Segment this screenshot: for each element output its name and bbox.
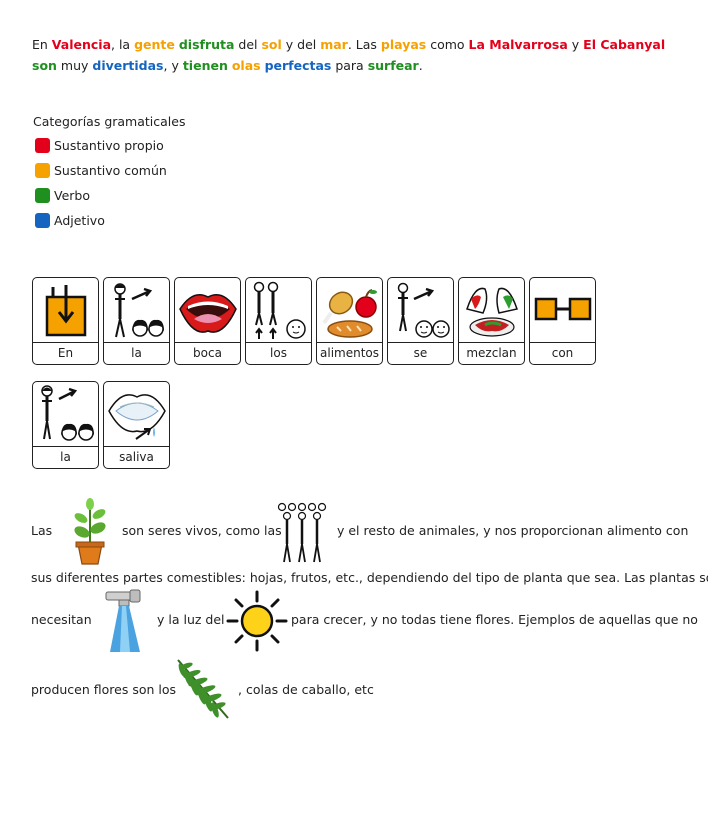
pictogram-label: se: [388, 342, 453, 364]
pictogram-label: la: [104, 342, 169, 364]
colored-sentence: En Valencia, la gente disfruta del sol y…: [32, 34, 672, 76]
sentence-text: como: [426, 37, 469, 52]
blue-swatch: [35, 213, 50, 228]
paragraph-line-1b: son seres vivos, como las: [122, 523, 282, 538]
mouth-icon: [178, 294, 237, 333]
the-feminine-icon: [113, 283, 164, 338]
pictogram-alimentos[interactable]: alimentos: [316, 277, 383, 365]
paragraph-line-2: sus diferentes partes comestibles: hojas…: [31, 570, 708, 585]
sentence-text: En: [32, 37, 52, 52]
pictogram-label: boca: [175, 342, 240, 364]
sentence-text: , la: [111, 37, 135, 52]
sun-icon: [226, 590, 288, 652]
fern-icon: [177, 659, 229, 719]
paragraph-line-3c: para crecer, y no todas tiene flores. Ej…: [291, 612, 698, 627]
sentence-word-red: El Cabanyal: [583, 37, 666, 52]
pictogram-row-1: En la boca los alimentos se mezclan con: [32, 277, 596, 365]
sentence-text: y: [567, 37, 584, 52]
sentence-word-green: tienen: [182, 58, 228, 73]
water-tap-icon: [105, 589, 141, 652]
mix-icon: [465, 287, 518, 337]
grammar-legend: Categorías gramaticales Sustantivo propi…: [33, 113, 185, 233]
legend-label: Verbo: [54, 188, 90, 203]
pictogram-saliva[interactable]: saliva: [103, 381, 170, 469]
sentence-word-orange: gente: [134, 37, 175, 52]
legend-label: Sustantivo común: [54, 163, 167, 178]
sentence-text: , y: [163, 58, 183, 73]
sentence-word-blue: perfectas: [264, 58, 332, 73]
sentence-word-green: son: [32, 58, 57, 73]
paragraph-line-3b: y la luz del: [157, 612, 225, 627]
pictogram-mezclan[interactable]: mezclan: [458, 277, 525, 365]
the-feminine-icon: [40, 385, 94, 441]
sentence-text: . Las: [347, 37, 381, 52]
pictogram-la[interactable]: la: [32, 381, 99, 469]
people-icon: [277, 502, 327, 563]
pictogram-en[interactable]: En: [32, 277, 99, 365]
pictogram-label: En: [33, 342, 98, 364]
sentence-text: muy: [56, 58, 93, 73]
pictogram-la[interactable]: la: [103, 277, 170, 365]
plant-icon: [74, 498, 106, 565]
sentence-text: .: [418, 58, 423, 73]
legend-label: Adjetivo: [54, 213, 105, 228]
sentence-word-blue: divertidas: [92, 58, 164, 73]
pictogram-label: la: [33, 446, 98, 468]
paragraph-line-4a: producen flores son los: [31, 682, 177, 697]
legend-item-verb: Verbo: [33, 183, 185, 208]
paragraph-line-1a: Las: [31, 523, 53, 538]
pictogram-label: saliva: [104, 446, 169, 468]
food-icon: [321, 289, 377, 338]
in-box-icon: [45, 285, 86, 337]
the-masculine-plural-icon: [253, 281, 306, 339]
sentence-word-orange: playas: [380, 37, 427, 52]
paragraph-line-3a: necesitan: [31, 612, 92, 627]
sentence-word-orange: olas: [231, 58, 261, 73]
pictogram-boca[interactable]: boca: [174, 277, 241, 365]
pictogram-los[interactable]: los: [245, 277, 312, 365]
sentence-text: y del: [281, 37, 321, 52]
pictogram-con[interactable]: con: [529, 277, 596, 365]
sentence-word-red: Valencia: [51, 37, 112, 52]
sentence-word-red: La Malvarrosa: [468, 37, 568, 52]
saliva-icon: [107, 394, 166, 440]
legend-title: Categorías gramaticales: [33, 114, 186, 129]
pictogram-row-2: la saliva: [32, 381, 170, 469]
pictogram-se[interactable]: se: [387, 277, 454, 365]
pictogram-label: con: [530, 342, 595, 364]
sentence-word-green: disfruta: [178, 37, 235, 52]
paragraph-line-1c: y el resto de animales, y nos proporcion…: [337, 523, 689, 538]
legend-item-proper-noun: Sustantivo propio: [33, 133, 185, 158]
green-swatch: [35, 188, 50, 203]
with-icon: [534, 297, 591, 321]
sentence-word-green: surfear: [367, 58, 419, 73]
red-swatch: [35, 138, 50, 153]
pictogram-label: los: [246, 342, 311, 364]
orange-swatch: [35, 163, 50, 178]
sentence-text: para: [331, 58, 368, 73]
reflexive-icon: [397, 282, 450, 338]
pictogram-label: mezclan: [459, 342, 524, 364]
sentence-text: del: [234, 37, 262, 52]
sentence-word-orange: sol: [261, 37, 282, 52]
legend-item-adjective: Adjetivo: [33, 208, 185, 233]
pictogram-label: alimentos: [317, 342, 382, 364]
legend-label: Sustantivo propio: [54, 138, 164, 153]
sentence-word-orange: mar: [320, 37, 348, 52]
legend-item-common-noun: Sustantivo común: [33, 158, 185, 183]
paragraph-line-4b: , colas de caballo, etc: [238, 682, 374, 697]
